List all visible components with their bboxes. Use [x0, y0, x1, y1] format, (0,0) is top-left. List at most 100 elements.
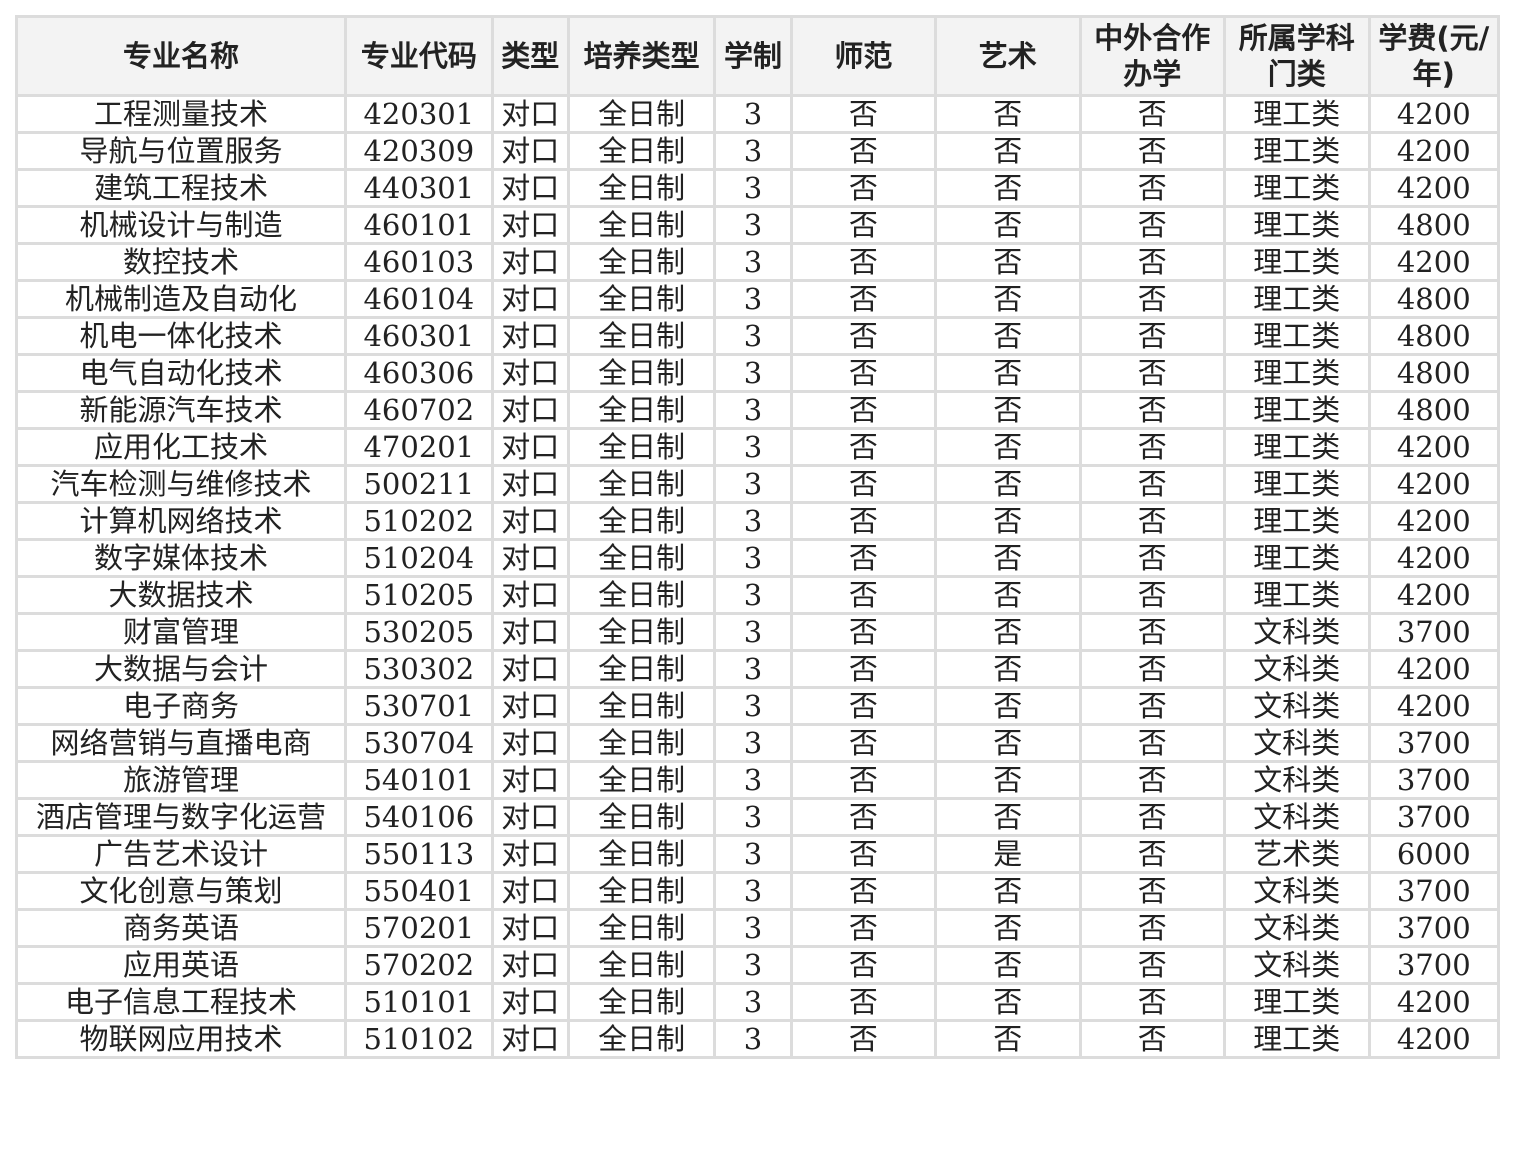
cell-discipline: 艺术类 — [1223, 834, 1371, 874]
cell-discipline: 理工类 — [1223, 501, 1371, 541]
cell-discipline: 理工类 — [1223, 94, 1371, 134]
cell-duration: 3 — [713, 538, 793, 578]
table-row: 新能源汽车技术 460702 对口 全日制 3 否否否理工类 4800 — [14, 390, 1501, 430]
cell-type: 对口 — [490, 390, 570, 430]
cell-major-code: 460103 — [344, 242, 494, 282]
cell-teacher-training: 否 — [789, 316, 938, 356]
cell-major-name: 建筑工程技术 — [14, 168, 348, 208]
cell-joint-program: 否 — [1078, 316, 1227, 356]
table-row: 应用英语 570202 对口 全日制 3 否否否文科类 3700 — [14, 945, 1501, 985]
table-row: 机电一体化技术 460301 对口 全日制 3 否否否理工类 4800 — [14, 316, 1501, 356]
cell-joint-program: 否 — [1078, 538, 1227, 578]
cell-art: 否 — [934, 501, 1082, 541]
cell-study-mode: 全日制 — [566, 575, 717, 615]
cell-teacher-training: 否 — [789, 94, 938, 134]
cell-art: 否 — [934, 649, 1082, 689]
cell-major-code: 510101 — [344, 982, 494, 1022]
cell-teacher-training: 否 — [789, 908, 938, 948]
cell-major-name: 电子信息工程技术 — [14, 982, 348, 1022]
cell-study-mode: 全日制 — [566, 649, 717, 689]
table-row: 计算机网络技术 510202 对口 全日制 3 否否否理工类 4200 — [14, 501, 1501, 541]
cell-study-mode: 全日制 — [566, 242, 717, 282]
program-table: 专业名称 专业代码 类型 培养类型 学制 师范 艺术 中外合作办学 所属学科门类 学费(元/年) … — [14, 15, 1501, 1059]
cell-tuition: 4800 — [1367, 279, 1501, 319]
cell-joint-program: 否 — [1078, 612, 1227, 652]
header-major-name: 专业名称 — [14, 15, 348, 97]
cell-type: 对口 — [490, 649, 570, 689]
cell-duration: 3 — [713, 908, 793, 948]
cell-major-code: 420301 — [344, 94, 494, 134]
cell-discipline: 文科类 — [1223, 686, 1371, 726]
table-row: 导航与位置服务 420309 对口 全日制 3 否否否理工类 4200 — [14, 131, 1501, 171]
header-duration: 学制 — [713, 15, 793, 97]
cell-joint-program: 否 — [1078, 871, 1227, 911]
cell-teacher-training: 否 — [789, 612, 938, 652]
cell-art: 否 — [934, 279, 1082, 319]
cell-discipline: 文科类 — [1223, 649, 1371, 689]
cell-discipline: 理工类 — [1223, 205, 1371, 245]
cell-study-mode: 全日制 — [566, 316, 717, 356]
cell-discipline: 理工类 — [1223, 242, 1371, 282]
table-row: 机械设计与制造 460101 对口 全日制 3 否否否理工类 4800 — [14, 205, 1501, 245]
cell-art: 否 — [934, 686, 1082, 726]
cell-major-code: 460104 — [344, 279, 494, 319]
cell-type: 对口 — [490, 945, 570, 985]
cell-tuition: 3700 — [1367, 760, 1501, 800]
cell-tuition: 3700 — [1367, 945, 1501, 985]
cell-major-name: 大数据与会计 — [14, 649, 348, 689]
cell-discipline: 理工类 — [1223, 316, 1371, 356]
cell-art: 否 — [934, 1019, 1082, 1059]
cell-study-mode: 全日制 — [566, 131, 717, 171]
cell-major-code: 510202 — [344, 501, 494, 541]
cell-type: 对口 — [490, 205, 570, 245]
cell-teacher-training: 否 — [789, 797, 938, 837]
cell-duration: 3 — [713, 168, 793, 208]
cell-major-name: 财富管理 — [14, 612, 348, 652]
cell-major-name: 导航与位置服务 — [14, 131, 348, 171]
cell-tuition: 4200 — [1367, 427, 1501, 467]
cell-art: 否 — [934, 131, 1082, 171]
cell-tuition: 4200 — [1367, 538, 1501, 578]
cell-major-name: 酒店管理与数字化运营 — [14, 797, 348, 837]
cell-major-code: 510204 — [344, 538, 494, 578]
cell-major-code: 510205 — [344, 575, 494, 615]
cell-duration: 3 — [713, 797, 793, 837]
table-row: 数字媒体技术 510204 对口 全日制 3 否否否理工类 4200 — [14, 538, 1501, 578]
cell-study-mode: 全日制 — [566, 390, 717, 430]
cell-tuition: 4200 — [1367, 464, 1501, 504]
cell-duration: 3 — [713, 501, 793, 541]
cell-teacher-training: 否 — [789, 279, 938, 319]
cell-tuition: 4200 — [1367, 1019, 1501, 1059]
cell-duration: 3 — [713, 649, 793, 689]
cell-type: 对口 — [490, 94, 570, 134]
cell-joint-program: 否 — [1078, 1019, 1227, 1059]
cell-major-code: 570202 — [344, 945, 494, 985]
cell-study-mode: 全日制 — [566, 279, 717, 319]
cell-art: 否 — [934, 797, 1082, 837]
cell-joint-program: 否 — [1078, 279, 1227, 319]
cell-joint-program: 否 — [1078, 464, 1227, 504]
cell-tuition: 4200 — [1367, 649, 1501, 689]
cell-art: 否 — [934, 871, 1082, 911]
table-row: 旅游管理 540101 对口 全日制 3 否否否文科类 3700 — [14, 760, 1501, 800]
cell-joint-program: 否 — [1078, 723, 1227, 763]
cell-study-mode: 全日制 — [566, 1019, 717, 1059]
cell-duration: 3 — [713, 316, 793, 356]
cell-teacher-training: 否 — [789, 501, 938, 541]
cell-joint-program: 否 — [1078, 575, 1227, 615]
cell-type: 对口 — [490, 982, 570, 1022]
table-header: 专业名称 专业代码 类型 培养类型 学制 师范 艺术 中外合作办学 所属学科门类 学费(元/年) — [14, 15, 1501, 97]
cell-major-code: 500211 — [344, 464, 494, 504]
header-teacher-training: 师范 — [789, 15, 938, 97]
cell-teacher-training: 否 — [789, 649, 938, 689]
cell-teacher-training: 否 — [789, 982, 938, 1022]
cell-art: 否 — [934, 390, 1082, 430]
cell-major-code: 460306 — [344, 353, 494, 393]
cell-discipline: 理工类 — [1223, 538, 1371, 578]
cell-type: 对口 — [490, 427, 570, 467]
cell-teacher-training: 否 — [789, 353, 938, 393]
cell-type: 对口 — [490, 686, 570, 726]
cell-joint-program: 否 — [1078, 908, 1227, 948]
header-study-mode: 培养类型 — [566, 15, 717, 97]
cell-art: 否 — [934, 94, 1082, 134]
